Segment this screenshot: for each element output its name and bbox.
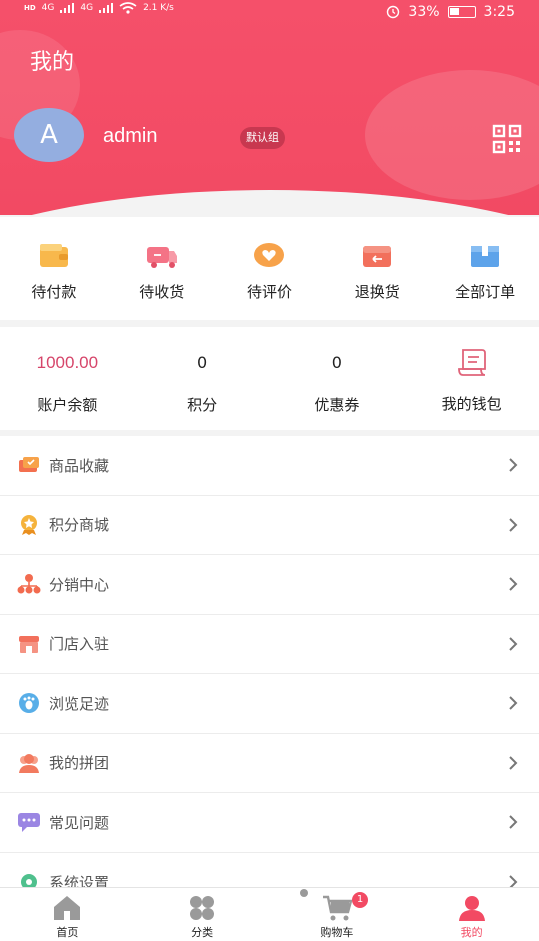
- menu-item-points-mall[interactable]: 积分商城: [0, 496, 539, 555]
- chevron-right-icon: [509, 637, 518, 651]
- order-status-row: 待付款 待收货 待评价 退换货 全部订单: [0, 217, 539, 320]
- coupons-value: 0: [331, 353, 342, 372]
- order-label: 待评价: [246, 283, 292, 301]
- menu-list: 商品收藏 积分商城 分销中心 门店入驻 浏览足迹 我的拼团 常见问题 系统设置: [0, 436, 539, 892]
- cart-icon: [322, 895, 353, 921]
- order-all[interactable]: 全部订单: [431, 217, 539, 320]
- network-type: HD: [24, 4, 36, 12]
- menu-item-group-buy[interactable]: 我的拼团: [0, 734, 539, 793]
- truck-icon: [146, 247, 177, 268]
- menu-label: 门店入驻: [49, 635, 110, 654]
- points[interactable]: 0 积分: [135, 327, 270, 430]
- group-badge: 默认组: [240, 127, 285, 149]
- order-pending-payment[interactable]: 待付款: [0, 217, 108, 320]
- tab-label: 购物车: [320, 926, 354, 939]
- chevron-right-icon: [509, 696, 518, 710]
- avatar[interactable]: A: [14, 108, 84, 162]
- indicator-dot: [300, 889, 308, 897]
- menu-item-favorites[interactable]: 商品收藏: [0, 436, 539, 496]
- points-value: 0: [197, 353, 208, 372]
- collection-icon: [19, 457, 39, 473]
- order-pending-review[interactable]: 待评价: [216, 217, 324, 320]
- menu-item-footprint[interactable]: 浏览足迹: [0, 674, 539, 734]
- account-balance[interactable]: 1000.00 账户余额: [0, 327, 135, 430]
- chevron-right-icon: [509, 458, 518, 472]
- bottom-tab-bar: 首页 分类 购物车 我的: [0, 887, 539, 941]
- box-icon: [471, 246, 500, 267]
- order-label: 待收货: [139, 283, 185, 301]
- category-icon: [190, 896, 215, 920]
- chevron-right-icon: [509, 518, 518, 532]
- footprint-icon: [19, 693, 39, 714]
- chevron-right-icon: [509, 815, 518, 829]
- order-label: 退换货: [354, 283, 400, 301]
- wallet-label: 我的钱包: [441, 395, 502, 413]
- status-bar: HD 4G 4G 2.1 K/s 33% 3:25: [0, 0, 539, 26]
- coupons-label: 优惠券: [314, 396, 360, 414]
- tab-home[interactable]: 首页: [0, 888, 135, 941]
- menu-label: 常见问题: [49, 813, 110, 832]
- home-icon: [54, 896, 81, 920]
- profile-header: HD 4G 4G 2.1 K/s 33% 3:25 我的 A admin 默认组: [0, 0, 539, 215]
- menu-label: 积分商城: [49, 516, 110, 535]
- tab-mine[interactable]: 我的: [404, 888, 539, 941]
- menu-label: 我的拼团: [49, 754, 110, 773]
- heart-comment-icon: [254, 243, 285, 267]
- alarm-icon: [387, 5, 400, 19]
- qr-code-icon[interactable]: [492, 124, 522, 154]
- username[interactable]: admin: [103, 125, 157, 148]
- network-speed: 2.1 K/s: [143, 3, 174, 13]
- group-icon: [19, 753, 39, 773]
- balance-label: 账户余额: [37, 396, 98, 414]
- menu-item-store-entry[interactable]: 门店入驻: [0, 615, 539, 674]
- wallet-icon: [39, 244, 68, 267]
- points-label: 积分: [187, 396, 218, 414]
- battery-icon: [447, 6, 476, 18]
- chevron-right-icon: [509, 577, 518, 591]
- assets-row: 1000.00 账户余额 0 积分 0 优惠券 我的钱包: [0, 327, 539, 430]
- menu-label: 浏览足迹: [49, 694, 110, 713]
- receipt-icon: [457, 349, 486, 376]
- signal-bars-icon: [99, 3, 114, 13]
- tab-cart[interactable]: 购物车: [270, 888, 405, 941]
- order-returns[interactable]: 退换货: [323, 217, 431, 320]
- tab-label: 分类: [191, 926, 214, 939]
- user-icon: [458, 896, 485, 921]
- wifi-icon: [119, 2, 137, 14]
- clock: 3:25: [483, 4, 515, 20]
- menu-item-distribution[interactable]: 分销中心: [0, 555, 539, 615]
- order-pending-receipt[interactable]: 待收货: [108, 217, 216, 320]
- menu-label: 商品收藏: [49, 456, 110, 475]
- tab-label: 首页: [56, 926, 79, 939]
- coupons[interactable]: 0 优惠券: [270, 327, 405, 430]
- order-label: 全部订单: [455, 283, 516, 301]
- tab-label: 我的: [460, 926, 483, 939]
- tab-category[interactable]: 分类: [135, 888, 270, 941]
- balance-value: 1000.00: [36, 353, 99, 372]
- medal-icon: [21, 514, 37, 535]
- order-label: 待付款: [31, 283, 77, 301]
- hierarchy-icon: [17, 574, 41, 594]
- chat-icon: [18, 813, 40, 833]
- signal-2: 4G: [80, 3, 94, 13]
- cart-count-badge: 1: [352, 892, 368, 908]
- battery-percent: 33%: [408, 4, 440, 20]
- menu-item-faq[interactable]: 常见问题: [0, 793, 539, 853]
- store-icon: [19, 635, 39, 653]
- menu-label: 分销中心: [49, 575, 110, 594]
- signal-bars-icon: [60, 3, 75, 13]
- my-wallet[interactable]: 我的钱包: [404, 327, 539, 430]
- page-title: 我的: [30, 50, 75, 75]
- chevron-right-icon: [509, 756, 518, 770]
- signal-1: 4G: [41, 3, 55, 13]
- return-box-icon: [363, 246, 392, 267]
